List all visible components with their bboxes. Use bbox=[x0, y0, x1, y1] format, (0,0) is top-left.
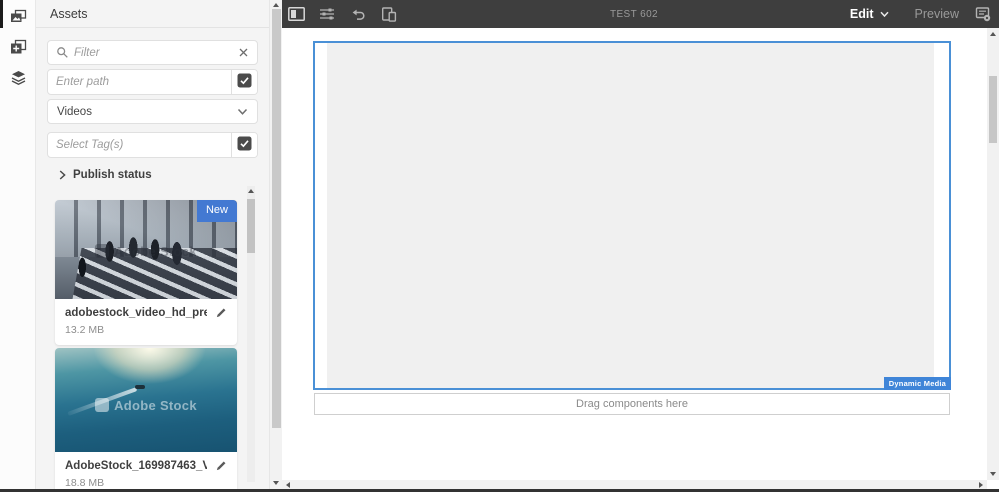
thumbnail-art bbox=[135, 385, 146, 390]
undo-icon[interactable] bbox=[349, 5, 367, 23]
publish-status-label: Publish status bbox=[73, 169, 152, 181]
path-picker-button[interactable] bbox=[231, 70, 257, 94]
chevron-right-icon bbox=[59, 170, 66, 180]
scrollbar-thumb[interactable] bbox=[989, 76, 997, 143]
preview-button[interactable]: Preview bbox=[915, 7, 959, 21]
watermark: Adobe Stock bbox=[55, 398, 237, 413]
scroll-left-icon[interactable] bbox=[286, 481, 290, 488]
scroll-down-icon[interactable] bbox=[990, 472, 996, 476]
scroll-up-icon[interactable] bbox=[990, 32, 996, 36]
component-type-badge: Dynamic Media bbox=[883, 377, 951, 390]
asset-list-scrollbar[interactable] bbox=[247, 186, 255, 482]
new-badge: New bbox=[196, 200, 237, 222]
side-rail bbox=[0, 0, 36, 492]
canvas-vertical-scrollbar[interactable] bbox=[987, 28, 999, 480]
asset-size: 18.8 MB bbox=[65, 477, 105, 489]
scrollbar-thumb[interactable] bbox=[272, 9, 281, 428]
watermark-text: Adobe Stock bbox=[114, 243, 197, 259]
annotations-icon[interactable] bbox=[975, 6, 991, 22]
asset-type-value: Videos bbox=[57, 105, 92, 118]
device-emulator-icon[interactable] bbox=[380, 5, 398, 23]
asset-name: AdobeStock_169987463_Video_... bbox=[65, 460, 207, 472]
tags-field bbox=[47, 132, 258, 158]
panel-scrollbar[interactable] bbox=[269, 0, 282, 489]
publish-status-accordion[interactable]: Publish status bbox=[59, 169, 152, 181]
tag-picker-button[interactable] bbox=[231, 133, 257, 157]
content-tree-icon[interactable] bbox=[0, 65, 36, 89]
scroll-up-icon[interactable] bbox=[248, 189, 254, 193]
checkbox-icon bbox=[237, 73, 252, 91]
asset-card-info: AdobeStock_169987463_Video_... 18.8 MB bbox=[55, 452, 237, 489]
edit-pencil-icon[interactable] bbox=[215, 460, 227, 472]
asset-card-info: adobestock_video_hd_preview_t... 13.2 MB bbox=[55, 299, 237, 345]
dynamic-media-component[interactable]: Dynamic Media bbox=[313, 41, 951, 390]
scroll-up-icon[interactable] bbox=[273, 3, 279, 7]
canvas-horizontal-scrollbar[interactable] bbox=[282, 480, 987, 489]
topbar-right: Edit Preview bbox=[850, 6, 999, 22]
checkbox-icon bbox=[237, 136, 252, 154]
path-input[interactable] bbox=[48, 76, 231, 88]
dropzone[interactable]: Drag components here bbox=[314, 393, 950, 415]
watermark-text: Adobe Stock bbox=[114, 397, 197, 413]
asset-card[interactable]: Adobe Stock New adobestock_video_hd_prev… bbox=[55, 200, 237, 345]
scroll-down-icon[interactable] bbox=[273, 481, 279, 485]
preferences-sliders-icon[interactable] bbox=[318, 5, 336, 23]
asset-type-select[interactable]: Videos bbox=[47, 99, 258, 124]
assets-panel: Assets Filter Enter path Videos Select T… bbox=[36, 0, 269, 489]
editor-topbar: TEST 602 Edit Preview bbox=[282, 0, 999, 28]
filter-input[interactable] bbox=[69, 46, 239, 59]
chevron-down-icon bbox=[237, 108, 248, 116]
watermark: Adobe Stock bbox=[55, 244, 237, 259]
asset-name: adobestock_video_hd_preview_t... bbox=[65, 307, 207, 319]
edit-mode-dropdown[interactable]: Edit bbox=[850, 7, 889, 21]
dynamic-media-placeholder bbox=[327, 43, 934, 388]
aem-page-editor: Assets Filter Enter path Videos Select T… bbox=[0, 0, 999, 492]
search-icon bbox=[56, 46, 69, 59]
toggle-side-panel-icon[interactable] bbox=[287, 5, 305, 23]
asset-card[interactable]: Adobe Stock AdobeStock_169987463_Video_.… bbox=[55, 348, 237, 489]
filter-field bbox=[47, 40, 258, 65]
chevron-down-icon bbox=[879, 11, 889, 18]
asset-browser-icon[interactable] bbox=[0, 5, 36, 29]
page-canvas: Dynamic Media Drag components here bbox=[282, 28, 987, 480]
scroll-right-icon[interactable] bbox=[979, 481, 983, 488]
panel-title: Assets bbox=[36, 0, 269, 28]
path-field bbox=[47, 69, 258, 95]
components-icon[interactable] bbox=[0, 35, 36, 59]
video-thumbnail: Adobe Stock New bbox=[55, 200, 237, 299]
video-thumbnail: Adobe Stock bbox=[55, 348, 237, 452]
edit-mode-label: Edit bbox=[849, 7, 874, 21]
tags-input[interactable] bbox=[48, 139, 231, 151]
page-title: TEST 602 bbox=[609, 8, 659, 20]
edit-pencil-icon[interactable] bbox=[215, 307, 227, 319]
asset-size: 13.2 MB bbox=[65, 324, 105, 336]
adobe-stock-logo bbox=[95, 398, 110, 413]
topbar-tools bbox=[282, 5, 398, 23]
adobe-stock-logo bbox=[95, 244, 110, 259]
scrollbar-thumb[interactable] bbox=[247, 199, 255, 253]
clear-filter-icon[interactable] bbox=[239, 48, 248, 57]
